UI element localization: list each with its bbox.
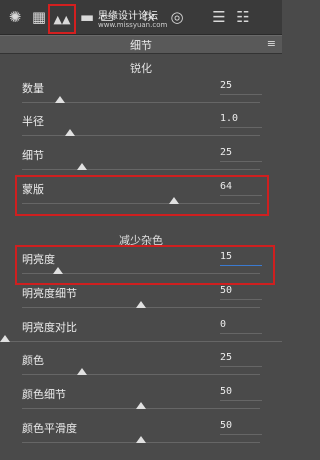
slider-label: 明亮度细节: [22, 287, 77, 300]
slider-thumb[interactable]: [64, 129, 75, 136]
slider-value-field[interactable]: 50: [220, 285, 262, 300]
sharpening-title: 锐化: [130, 62, 152, 75]
sliders-icon[interactable]: ☰: [208, 6, 230, 28]
slider-value-field[interactable]: 25: [220, 80, 262, 95]
slider-thumb[interactable]: [136, 402, 146, 409]
slider-track[interactable]: [22, 169, 260, 170]
camera-icon[interactable]: ◎: [166, 6, 188, 28]
slider-label: 明亮度: [22, 253, 55, 266]
presets-icon[interactable]: ☷: [232, 6, 254, 28]
slider-value-field[interactable]: 15: [220, 251, 262, 266]
slider-thumb[interactable]: [136, 301, 146, 308]
slider-thumb[interactable]: [0, 335, 10, 342]
slider-value-field[interactable]: 25: [220, 147, 262, 162]
slider-value-field[interactable]: 0: [220, 319, 262, 334]
slider-row-amount[interactable]: 数量 25: [0, 80, 282, 114]
slider-value-field[interactable]: 64: [220, 181, 262, 196]
slider-track[interactable]: [22, 374, 260, 375]
slider-row-luminance-detail[interactable]: 明亮度细节 50: [0, 285, 282, 319]
slider-row-luminance[interactable]: 明亮度 15: [0, 251, 282, 285]
slider-row-color-smoothness[interactable]: 颜色平滑度 50: [0, 420, 282, 454]
slider-label: 颜色: [22, 354, 44, 367]
slider-track[interactable]: [22, 203, 260, 204]
split-toning-icon[interactable]: ▬: [76, 6, 98, 28]
slider-value-field[interactable]: 50: [220, 386, 262, 401]
slider-row-detail[interactable]: 细节 25: [0, 147, 282, 181]
slider-value-field[interactable]: 50: [220, 420, 262, 435]
slider-track[interactable]: [0, 341, 282, 342]
slider-thumb[interactable]: [76, 163, 87, 170]
slider-label: 蒙版: [22, 183, 44, 196]
slider-label: 颜色平滑度: [22, 422, 77, 435]
panel-toolbar: ✺ ▦ ▲▲ ▬ ▭ fx ◎ ☰ ☷ 思缘设计论坛 www.missyuan.…: [0, 0, 282, 35]
panel-title: 细节: [130, 39, 152, 52]
slider-track[interactable]: [22, 135, 260, 136]
slider-thumb[interactable]: [169, 197, 180, 204]
slider-label: 细节: [22, 149, 44, 162]
noise-reduction-title: 减少杂色: [119, 234, 163, 247]
panel-header: 细节 ≡: [0, 35, 282, 54]
slider-row-color[interactable]: 颜色 25: [0, 352, 282, 386]
slider-thumb[interactable]: [136, 436, 146, 443]
grid-icon[interactable]: ▦: [28, 6, 50, 28]
aperture-icon[interactable]: ✺: [4, 6, 26, 28]
slider-row-color-detail[interactable]: 颜色细节 50: [0, 386, 282, 420]
detail-mountains-icon[interactable]: ▲▲: [48, 4, 76, 34]
slider-label: 明亮度对比: [22, 321, 77, 334]
slider-value-field[interactable]: 25: [220, 352, 262, 367]
watermark: 思缘设计论坛 www.missyuan.com: [98, 7, 167, 29]
slider-row-masking[interactable]: 蒙版 64: [0, 181, 282, 215]
slider-thumb[interactable]: [55, 96, 66, 103]
slider-row-luminance-contrast[interactable]: 明亮度对比 0: [0, 319, 282, 353]
slider-thumb[interactable]: [76, 368, 87, 375]
slider-label: 数量: [22, 82, 44, 95]
slider-label: 半径: [22, 115, 44, 128]
slider-label: 颜色细节: [22, 388, 66, 401]
slider-thumb[interactable]: [52, 267, 63, 274]
watermark-url: www.missyuan.com: [98, 21, 168, 29]
panel-menu-icon[interactable]: ≡: [267, 37, 276, 50]
slider-value-field[interactable]: 1.0: [220, 113, 262, 128]
slider-row-radius[interactable]: 半径 1.0: [0, 113, 282, 147]
